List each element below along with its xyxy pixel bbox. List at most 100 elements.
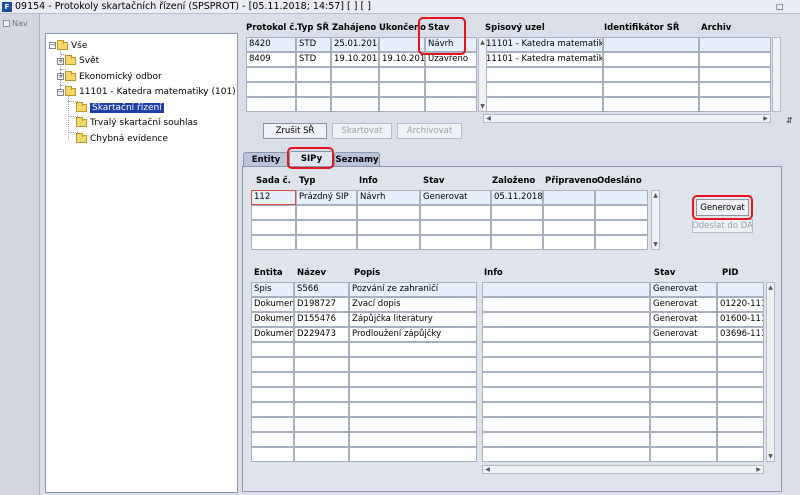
entity-info-cell[interactable]	[482, 327, 650, 342]
entity-state-cell[interactable]: Generovat	[650, 327, 717, 342]
protocol-detail-scrollbar[interactable]	[772, 37, 781, 112]
empty-cell[interactable]	[379, 67, 425, 82]
empty-cell[interactable]	[595, 205, 648, 220]
sip-created-cell[interactable]: 05.11.2018	[491, 190, 543, 205]
protocol-list-scrollbar[interactable]: ▲ ▼	[478, 37, 487, 112]
empty-cell[interactable]	[251, 417, 294, 432]
protocol-type-cell[interactable]: STD	[296, 37, 331, 52]
empty-cell[interactable]	[357, 220, 420, 235]
empty-cell[interactable]	[603, 67, 699, 82]
empty-cell[interactable]	[699, 82, 771, 97]
empty-cell[interactable]	[717, 417, 764, 432]
empty-cell[interactable]	[717, 447, 764, 462]
expand-icon[interactable]: +	[57, 73, 64, 81]
entity-type-cell[interactable]: Dokument	[251, 327, 294, 342]
empty-cell[interactable]	[331, 67, 379, 82]
empty-cell[interactable]	[650, 387, 717, 402]
entity-pid-cell[interactable]: 01600-111	[717, 312, 764, 327]
scroll-left-icon[interactable]: ◀	[484, 466, 491, 473]
empty-cell[interactable]	[379, 82, 425, 97]
empty-cell[interactable]	[296, 97, 331, 112]
empty-cell[interactable]	[251, 402, 294, 417]
empty-cell[interactable]	[251, 220, 296, 235]
entity-info-cell[interactable]	[482, 312, 650, 327]
empty-cell[interactable]	[294, 447, 349, 462]
empty-cell[interactable]	[425, 97, 477, 112]
empty-cell[interactable]	[349, 402, 477, 417]
empty-cell[interactable]	[294, 342, 349, 357]
empty-cell[interactable]	[650, 357, 717, 372]
protocol-started-cell[interactable]: 19.10.2017	[331, 52, 379, 67]
empty-cell[interactable]	[349, 432, 477, 447]
scroll-right-icon[interactable]: ▶	[762, 115, 769, 122]
sip-sent-cell[interactable]	[595, 190, 648, 205]
archive-button[interactable]: Archivovat	[397, 123, 462, 139]
empty-cell[interactable]	[420, 235, 491, 250]
empty-cell[interactable]	[543, 205, 595, 220]
scroll-left-icon[interactable]: ◀	[485, 115, 492, 122]
cancel-protocol-button[interactable]: Zrušit SŘ	[263, 123, 327, 139]
empty-cell[interactable]	[482, 447, 650, 462]
entity-state-cell[interactable]: Generovat	[650, 297, 717, 312]
empty-cell[interactable]	[717, 342, 764, 357]
empty-cell[interactable]	[425, 82, 477, 97]
protocol-type-cell[interactable]: STD	[296, 52, 331, 67]
dock-icon[interactable]: ⇵	[786, 116, 793, 125]
scroll-down-icon[interactable]: ▼	[652, 241, 659, 248]
entity-type-cell[interactable]: Dokument	[251, 312, 294, 327]
empty-cell[interactable]	[420, 220, 491, 235]
sip-info-cell[interactable]: Návrh	[357, 190, 420, 205]
empty-cell[interactable]	[482, 387, 650, 402]
entity-type-cell[interactable]: Dokument	[251, 297, 294, 312]
expand-icon[interactable]: +	[57, 57, 64, 65]
empty-cell[interactable]	[379, 97, 425, 112]
empty-cell[interactable]	[483, 97, 603, 112]
empty-cell[interactable]	[595, 220, 648, 235]
scroll-up-icon[interactable]: ▲	[767, 284, 774, 291]
tree-item-chybna-evidence[interactable]: Chybná evidence	[46, 131, 237, 147]
entity-name-cell[interactable]: D229473	[294, 327, 349, 342]
tree-item-trvaly-skartacni-souhlas[interactable]: Trvalý skartační souhlas	[46, 116, 237, 132]
scroll-down-icon[interactable]: ▼	[479, 103, 486, 110]
sip-list-scrollbar[interactable]: ▲ ▼	[651, 190, 660, 250]
empty-cell[interactable]	[296, 67, 331, 82]
empty-cell[interactable]	[294, 432, 349, 447]
entity-list-hscrollbar[interactable]: ◀ ▶	[482, 465, 764, 474]
scroll-right-icon[interactable]: ▶	[755, 466, 762, 473]
empty-cell[interactable]	[491, 235, 543, 250]
empty-cell[interactable]	[296, 82, 331, 97]
empty-cell[interactable]	[294, 402, 349, 417]
empty-cell[interactable]	[296, 220, 357, 235]
empty-cell[interactable]	[699, 67, 771, 82]
empty-cell[interactable]	[482, 402, 650, 417]
empty-cell[interactable]	[251, 432, 294, 447]
empty-cell[interactable]	[246, 67, 296, 82]
empty-cell[interactable]	[251, 357, 294, 372]
tree-item-katedra-matematiky[interactable]: − 11101 - Katedra matematiky (101)	[46, 85, 237, 101]
protocol-node-cell[interactable]: 11101 - Katedra matematiky (10	[483, 52, 603, 67]
entity-state-cell[interactable]: Generovat	[650, 312, 717, 327]
empty-cell[interactable]	[482, 342, 650, 357]
protocol-started-cell[interactable]: 25.01.2018	[331, 37, 379, 52]
tab-entity[interactable]: Entity	[243, 152, 289, 166]
sip-type-cell[interactable]: Prázdný SIP	[296, 190, 357, 205]
empty-cell[interactable]	[650, 447, 717, 462]
empty-cell[interactable]	[483, 82, 603, 97]
protocol-node-cell[interactable]: 11101 - Katedra matematiky (10	[483, 37, 603, 52]
protocol-number-cell[interactable]: 8409	[246, 52, 296, 67]
empty-cell[interactable]	[357, 205, 420, 220]
empty-cell[interactable]	[251, 342, 294, 357]
entity-description-cell[interactable]: Zvací dopis	[349, 297, 477, 312]
empty-cell[interactable]	[543, 220, 595, 235]
empty-cell[interactable]	[717, 387, 764, 402]
entity-name-cell[interactable]: S566	[294, 282, 349, 297]
empty-cell[interactable]	[251, 235, 296, 250]
send-to-da-button[interactable]: Odeslat do DA	[692, 219, 753, 233]
empty-cell[interactable]	[251, 205, 296, 220]
empty-cell[interactable]	[251, 372, 294, 387]
entity-pid-cell[interactable]	[717, 282, 764, 297]
restore-icon[interactable]: □	[776, 2, 784, 11]
entity-description-cell[interactable]: Pozvání ze zahraničí	[349, 282, 477, 297]
empty-cell[interactable]	[482, 372, 650, 387]
empty-cell[interactable]	[420, 205, 491, 220]
